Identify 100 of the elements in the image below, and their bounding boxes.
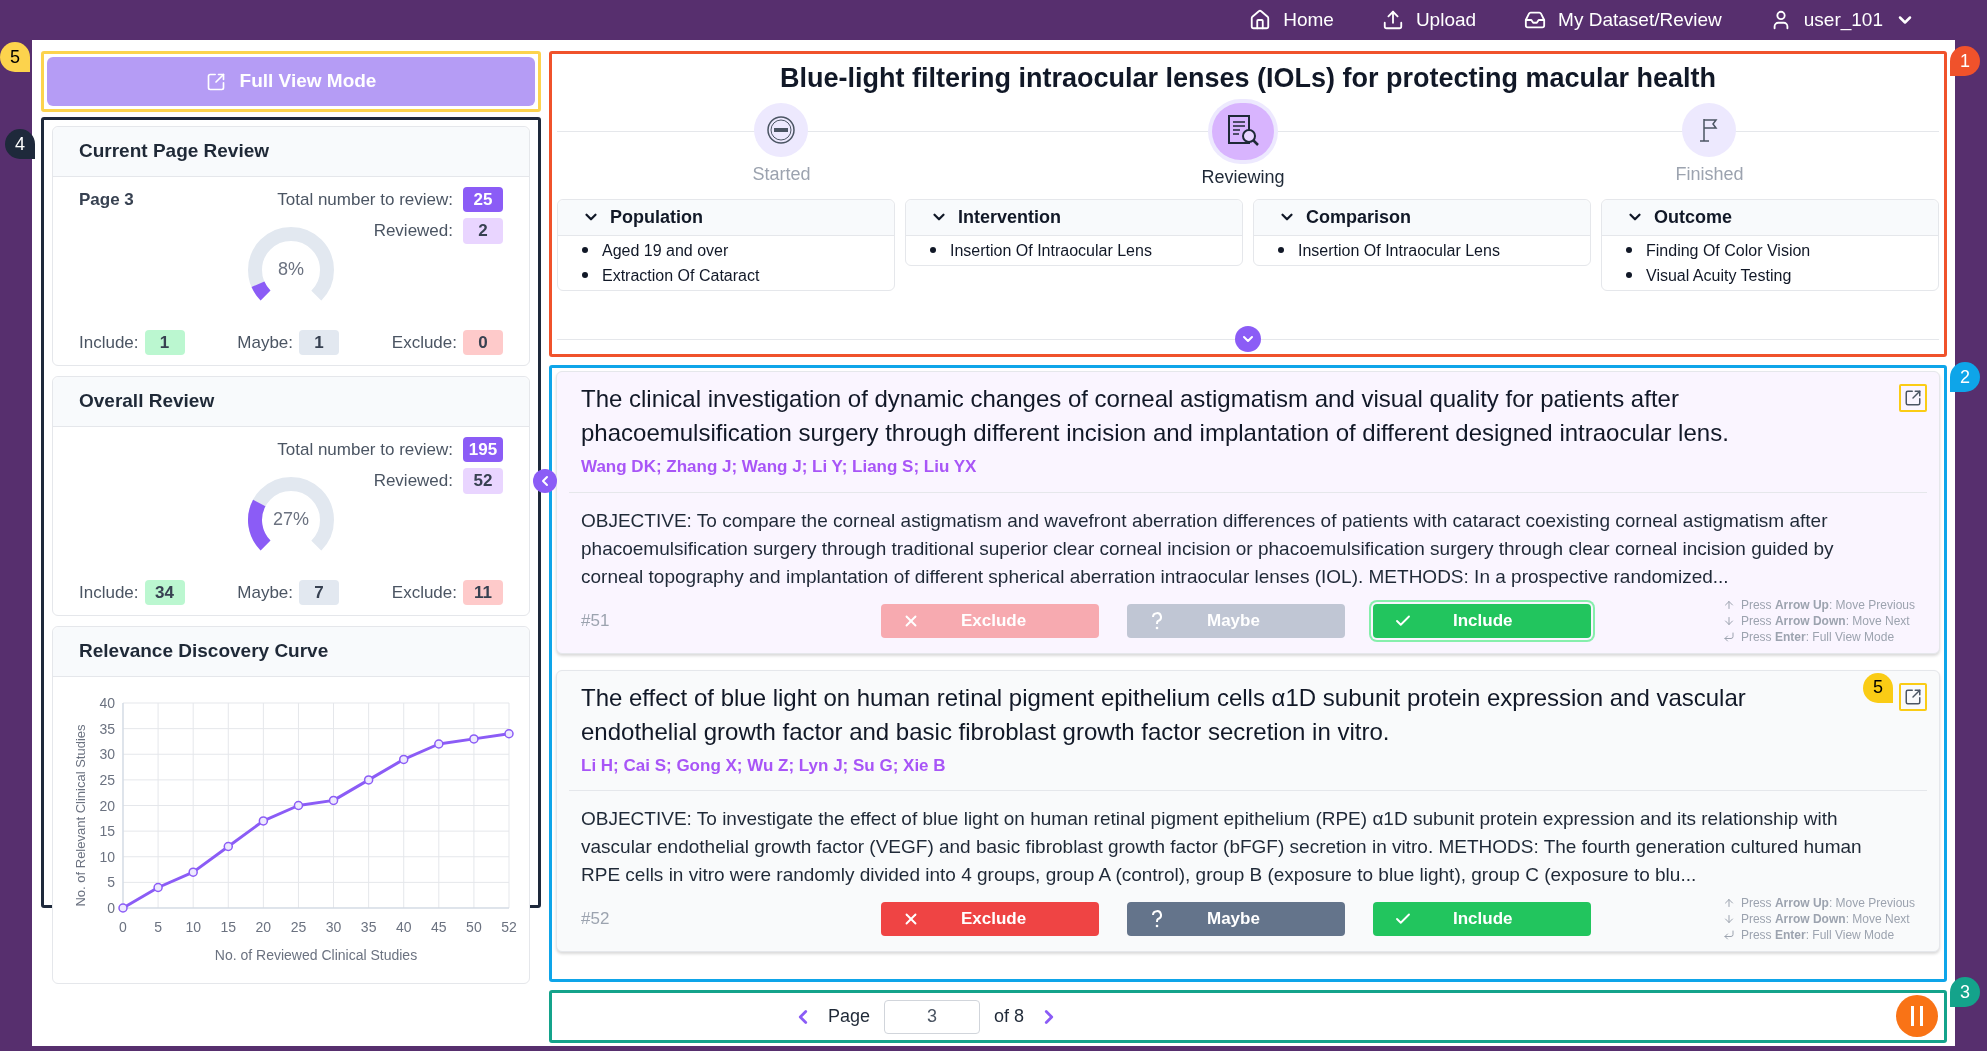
inbox-icon — [1524, 9, 1547, 31]
card-title: The clinical investigation of dynamic changes of corneal astigmatism and visual quality for patients after phacoemulsification surgery through different incision and implantation of different designed intraocular lens. — [581, 384, 1730, 448]
axis-tick-label: 25 — [99, 771, 115, 788]
percent-text: 8% — [277, 258, 305, 281]
callout-badge: 3 — [1950, 977, 1980, 1007]
expand-icon — [1904, 389, 1922, 407]
nav-link[interactable]: user_101 — [1769, 5, 1915, 35]
keyboard-hint: Press Arrow Up: Move Previous — [1740, 596, 1915, 613]
criteria-item: Finding Of Color Vision — [1646, 240, 1811, 261]
axis-tick-label: 0 — [107, 899, 115, 916]
count-label: Include: — [79, 331, 139, 354]
bullet-icon — [930, 247, 936, 253]
axis-tick-label: 52 — [501, 918, 517, 935]
data-point — [153, 882, 163, 892]
axis-tick-label: 5 — [154, 918, 162, 935]
expand-icon — [205, 71, 226, 92]
axis-tick-label: 20 — [99, 797, 115, 813]
page-field[interactable]: 3 — [884, 999, 981, 1034]
keyboard-hint: Press Arrow Down: Move Next — [1740, 612, 1910, 629]
data-point — [328, 795, 339, 805]
axis-title: No. of Reviewed Clinical Studies — [214, 946, 418, 963]
axis-tick-label: 15 — [99, 822, 115, 839]
data-point — [188, 866, 198, 877]
step-label: Started — [752, 162, 811, 186]
bullet-icon — [1626, 247, 1632, 253]
data-point — [399, 754, 409, 764]
up-arrow-icon — [1722, 897, 1735, 909]
collapse-button[interactable] — [533, 469, 557, 493]
count-value: 0 — [463, 329, 503, 355]
expand-button[interactable] — [1899, 682, 1927, 711]
axis-tick-label: 20 — [255, 918, 272, 935]
data-point — [258, 815, 269, 826]
decision-button[interactable]: Exclude — [881, 902, 1099, 936]
keyboard-hint: Press Arrow Up: Move Previous — [1740, 895, 1915, 911]
criteria-item: Visual Acuity Testing — [1646, 265, 1792, 286]
keyboard-hint: Press Enter: Full View Mode — [1740, 927, 1895, 943]
axis-tick-label: 25 — [290, 918, 307, 935]
count-label: Exclude: — [391, 581, 457, 604]
count-value: 34 — [144, 579, 185, 605]
pause-button[interactable] — [1896, 995, 1938, 1037]
callout-badge: 5 — [0, 42, 30, 72]
card-title: Overall Review — [53, 377, 529, 427]
total-count: 195 — [463, 436, 503, 462]
card-title: Relevance Discovery Curve — [53, 627, 529, 677]
card-title: Current Page Review — [53, 127, 529, 177]
start-icon — [766, 114, 797, 145]
criteria-header[interactable]: Comparison — [1254, 199, 1590, 236]
bullet-icon — [582, 272, 588, 278]
abstract-text: OBJECTIVE: To investigate the effect of blue light on human retinal pigment epithelium (RPE) α1D subunit protein expression and its relationship with vascular endothelial growth factor (VEGF) and basic fibroblast growth factor (bFGF) secretion in vitro. METHODS: The fourth generation cultured human RPE cells in vitro were randomly divided into 4 groups, group A (control), group B (exposure to blue light), group C (exposure to blu... — [581, 807, 1863, 887]
data-point — [293, 800, 304, 810]
reviewed-label: Reviewed: — [373, 470, 453, 492]
axis-tick-label: 5 — [107, 873, 115, 890]
data-point — [223, 841, 233, 851]
authors-text: Wang DK; Zhang J; Wang J; Li Y; Liang S; Liu YX — [581, 456, 978, 478]
expand-button[interactable] — [1899, 384, 1927, 412]
axis-tick-label: 10 — [99, 848, 115, 865]
percent-text: 27% — [272, 508, 310, 531]
criteria-header[interactable]: Intervention — [906, 199, 1242, 236]
total-count: 25 — [463, 186, 503, 212]
nav-link[interactable]: My Dataset/Review — [1524, 5, 1722, 35]
total-label: Total number to review: — [277, 438, 453, 461]
expand-icon — [1904, 687, 1922, 706]
keyboard-hint: Press Arrow Down: Move Next — [1740, 911, 1910, 927]
authors-text: Li H; Cai S; Gong X; Wu Z; Lyn J; Su G; Xie B — [581, 754, 947, 777]
axis-tick-label: 15 — [220, 918, 237, 935]
bullet-icon — [582, 247, 588, 253]
study-number: #52 — [581, 908, 611, 931]
criteria-item: Insertion Of Intraocular Lens — [1298, 240, 1500, 261]
callout-badge: 4 — [5, 129, 35, 159]
bullet-icon — [1626, 272, 1632, 278]
nav-link[interactable]: Upload — [1381, 5, 1477, 35]
step-label: Reviewing — [1201, 165, 1285, 189]
count-label: Maybe: — [237, 331, 294, 354]
callout-badge: 1 — [1950, 46, 1980, 76]
expand-toggle[interactable] — [1235, 326, 1261, 352]
reviewed-label: Reviewed: — [373, 220, 453, 242]
home-icon — [1249, 9, 1272, 31]
axis-tick-label: 35 — [360, 918, 377, 935]
decision-button[interactable]: Maybe — [1127, 902, 1345, 936]
pause-icon — [1910, 1005, 1924, 1027]
upload-icon — [1381, 9, 1404, 31]
topic-title: Blue-light filtering intraocular lenses (IOLs) for protecting macular health — [778, 62, 1718, 95]
down-arrow-icon — [1722, 614, 1735, 627]
axis-title: No. of Relevant Clinical Studies — [73, 723, 88, 907]
data-point — [118, 902, 128, 913]
count-value: 1 — [299, 329, 340, 355]
axis-tick-label: 40 — [99, 694, 115, 711]
card-title: The effect of blue light on human retinal pigment epithelium cells α1D subunit protein expression and vascular endothelial growth factor and basic fibroblast growth factor secretion in vitro. — [581, 682, 1747, 747]
axis-tick-label: 45 — [431, 918, 447, 935]
axis-tick-label: 10 — [185, 918, 201, 935]
axis-tick-label: 40 — [395, 918, 412, 935]
reviewed-count: 2 — [463, 218, 503, 244]
count-value: 11 — [463, 579, 503, 605]
criteria-header[interactable]: Outcome — [1602, 199, 1938, 236]
criteria-header[interactable]: Population — [558, 199, 894, 236]
page-label: Page 3 — [79, 188, 134, 211]
criteria-item: Aged 19 and over — [602, 240, 729, 261]
return-arrow-icon — [1722, 929, 1735, 941]
axis-tick-label: 30 — [99, 745, 115, 762]
nav-link[interactable]: Home — [1249, 5, 1334, 35]
